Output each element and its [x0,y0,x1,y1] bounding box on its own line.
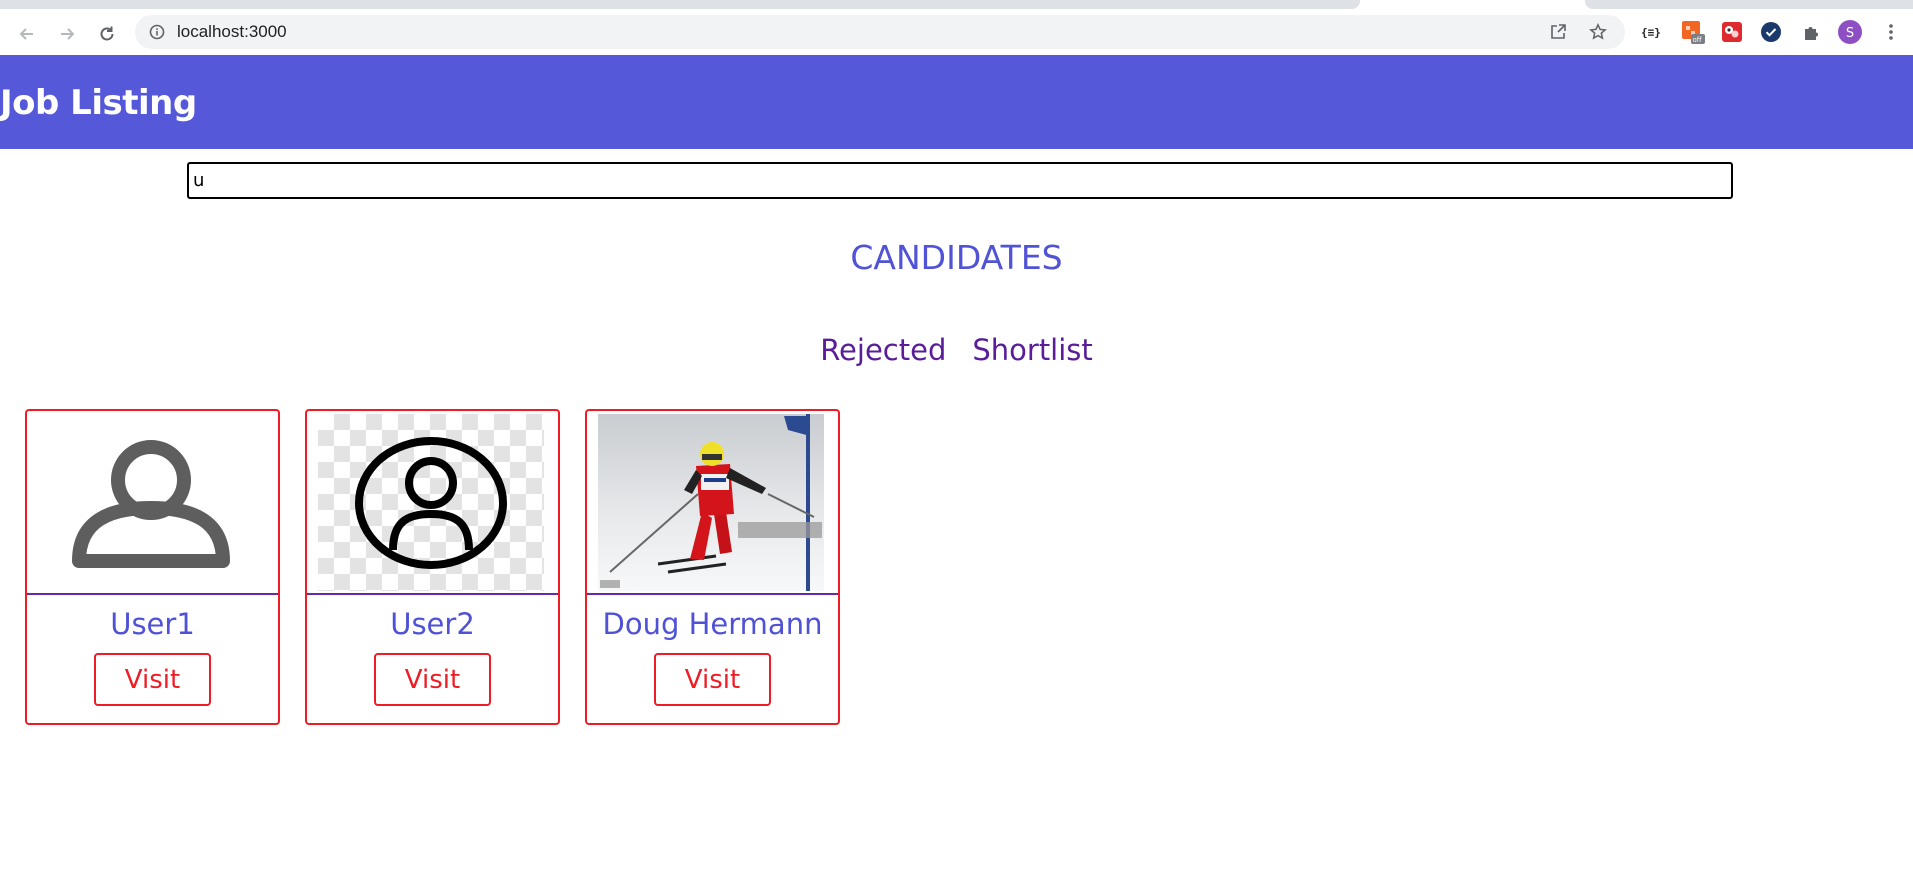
browser-tab-background[interactable] [1585,0,1913,9]
visit-button[interactable]: Visit [94,653,211,706]
tab-shortlist[interactable]: Shortlist [972,333,1092,367]
browser-tab-background[interactable] [0,0,1360,9]
candidate-avatar [318,414,544,591]
visit-button[interactable]: Visit [654,653,771,706]
extension-icon [1722,22,1742,42]
candidate-tabs: Rejected Shortlist [0,333,1913,367]
browser-toolbar: localhost:3000 {≡} off S [0,12,1913,56]
share-icon[interactable] [1549,23,1567,41]
search-input[interactable] [187,162,1733,199]
json-extension-icon: {≡} [1641,26,1661,39]
candidate-name: User1 [110,607,195,641]
person-outline-icon [72,439,230,568]
skier-photo [598,414,824,591]
extension-off-badge: off [1693,36,1702,44]
site-info-icon[interactable] [149,24,165,40]
back-button[interactable] [13,20,41,48]
json-extension-button[interactable]: {≡} [1640,20,1664,44]
kebab-menu-icon [1889,24,1893,40]
extension-button[interactable] [1720,20,1744,44]
extension-icon: off [1682,21,1705,44]
address-bar[interactable]: localhost:3000 [135,15,1625,49]
reload-button[interactable] [93,20,121,48]
section-title: CANDIDATES [850,238,1063,277]
reload-icon [100,26,114,41]
forward-button[interactable] [53,20,81,48]
check-circle-icon [1761,22,1781,42]
extension-check-button[interactable] [1759,20,1783,44]
avatar: S [1838,20,1862,44]
person-circle-icon [355,436,507,569]
candidate-name: Doug Hermann [602,607,823,641]
page-title: Job Listing [0,83,197,123]
browser-menu-button[interactable] [1879,20,1903,44]
candidate-card: User1 Visit [25,409,280,725]
extensions-puzzle-icon [1805,27,1818,40]
candidate-avatar [38,414,264,591]
extensions-menu-button[interactable] [1800,20,1824,44]
profile-avatar[interactable]: S [1838,20,1862,44]
candidate-card: User2 Visit [305,409,560,725]
back-arrow-icon [19,28,33,40]
card-divider [27,593,278,595]
tab-rejected[interactable]: Rejected [820,333,946,367]
card-divider [587,593,838,595]
candidate-card: Doug Hermann Visit [585,409,840,725]
candidate-name: User2 [390,607,475,641]
address-url[interactable]: localhost:3000 [177,22,287,42]
app-header: Job Listing [0,55,1913,149]
extension-off-button[interactable]: off [1681,20,1705,44]
profile-initial: S [1846,26,1854,41]
browser-tab-strip [0,0,1913,12]
forward-arrow-icon [61,28,75,40]
bookmark-star-icon[interactable] [1589,23,1607,41]
svg-text:{≡}: {≡} [1641,26,1661,39]
card-divider [307,593,558,595]
candidate-avatar [598,414,824,591]
visit-button[interactable]: Visit [374,653,491,706]
